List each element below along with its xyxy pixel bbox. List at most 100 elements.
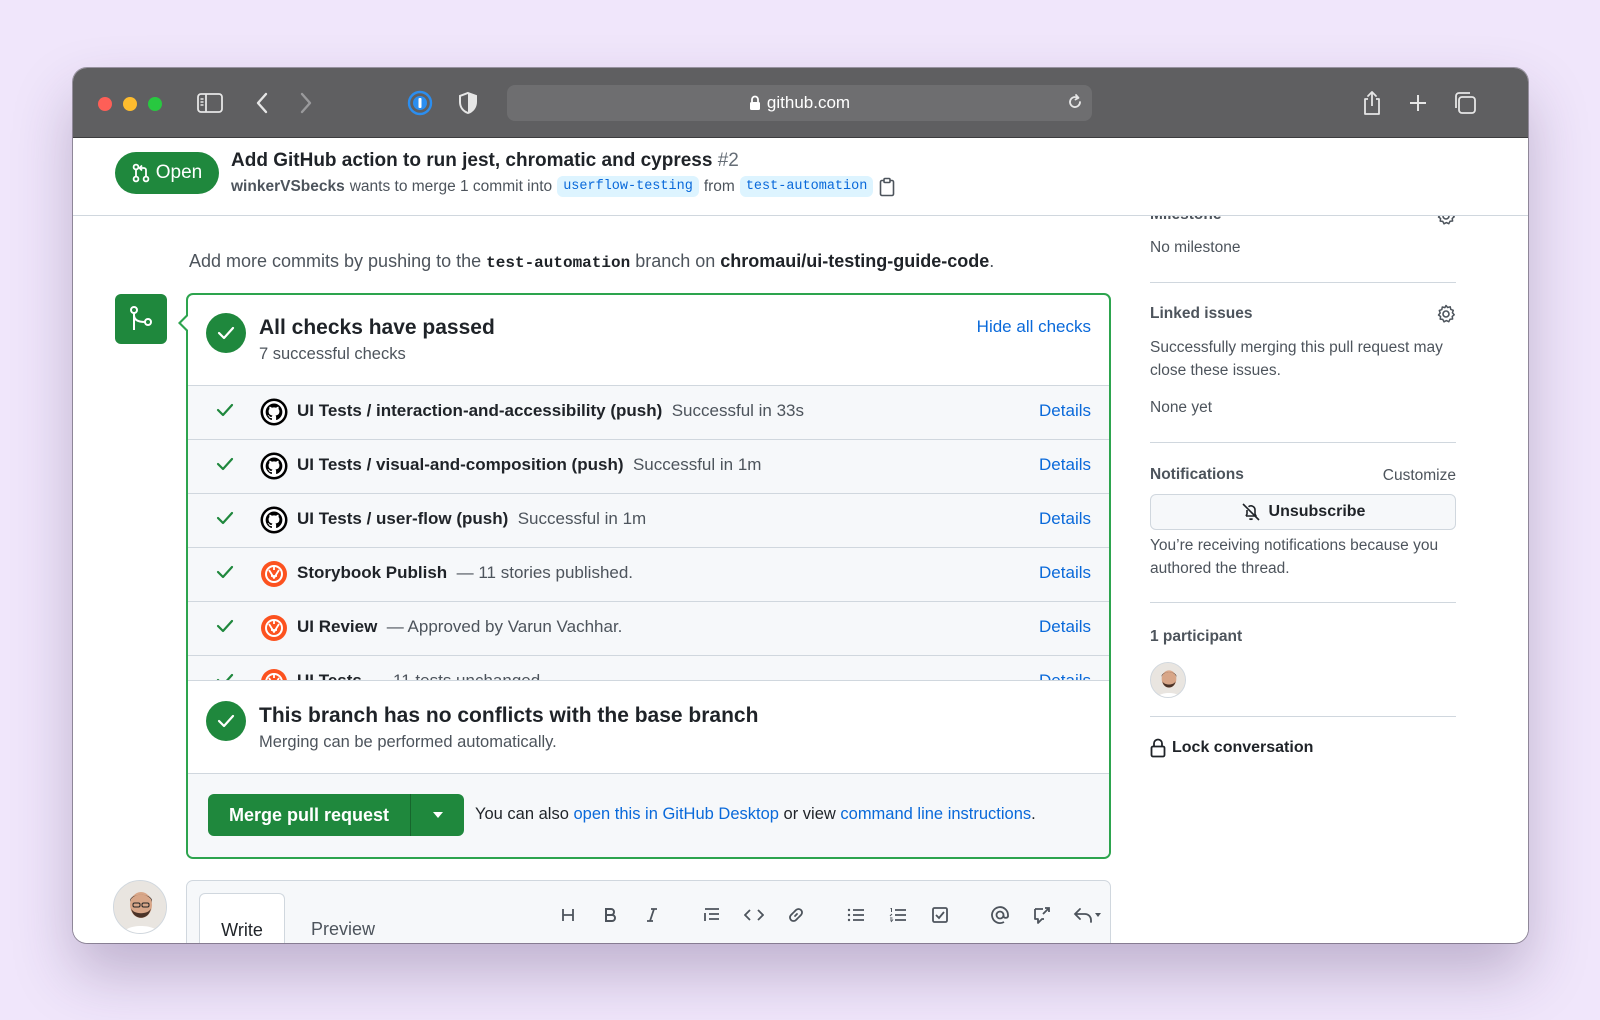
mention-icon[interactable] xyxy=(979,901,1021,929)
pr-author-link[interactable]: winkerVSbecks xyxy=(231,178,345,196)
merge-alternatives: You can also open this in GitHub Desktop… xyxy=(475,805,1036,824)
pull-request-icon xyxy=(132,163,150,183)
check-name: UI Tests / interaction-and-accessibility… xyxy=(297,401,804,421)
page-content: Open Add GitHub action to run jest, chro… xyxy=(73,138,1528,943)
password-manager-icon[interactable] xyxy=(405,88,435,118)
quote-icon[interactable] xyxy=(691,901,733,929)
pr-number: #2 xyxy=(717,150,739,171)
pr-title-text: Add GitHub action to run jest, chromatic… xyxy=(231,150,713,171)
check-title: UI Tests / user-flow (push) xyxy=(297,509,509,528)
new-tab-icon[interactable] xyxy=(1403,88,1433,118)
check-success-icon xyxy=(216,619,234,638)
checks-list: UI Tests / interaction-and-accessibility… xyxy=(188,385,1109,681)
check-details-link[interactable]: Details xyxy=(1039,401,1091,421)
pr-from-text: from xyxy=(703,177,735,195)
customize-link[interactable]: Customize xyxy=(1383,464,1456,487)
copy-icon[interactable] xyxy=(878,177,896,197)
pr-state-badge: Open xyxy=(115,152,219,194)
check-status: — 11 tests unchanged. xyxy=(371,671,545,681)
check-name: UI Tests / visual-and-composition (push)… xyxy=(297,455,761,475)
url-text: github.com xyxy=(766,93,851,112)
bold-icon[interactable] xyxy=(589,901,631,929)
task-list-icon[interactable] xyxy=(919,901,961,929)
base-branch[interactable]: userflow-testing xyxy=(557,176,699,197)
head-branch[interactable]: test-automation xyxy=(739,176,874,197)
merge-actions: Merge pull request You can also open thi… xyxy=(188,773,1109,857)
github-icon xyxy=(260,398,288,426)
check-status: — 11 stories published. xyxy=(456,563,634,582)
check-details-link[interactable]: Details xyxy=(1039,671,1091,680)
check-details-link[interactable]: Details xyxy=(1039,455,1091,475)
lock-conversation-button[interactable]: Lock conversation xyxy=(1150,738,1313,758)
ordered-list-icon[interactable] xyxy=(877,901,919,929)
pr-subtitle: winkerVSbecks wants to merge 1 commit in… xyxy=(231,176,896,197)
participant-avatar[interactable] xyxy=(1150,662,1186,698)
github-desktop-link[interactable]: open this in GitHub Desktop xyxy=(573,805,778,823)
linked-issues-description: Successfully merging this pull request m… xyxy=(1150,339,1443,379)
heading-icon[interactable] xyxy=(547,901,589,929)
hint-middle: branch on xyxy=(635,251,716,271)
cross-reference-icon[interactable] xyxy=(1021,901,1063,929)
also-prefix: You can also xyxy=(475,805,569,823)
avatar xyxy=(113,880,167,934)
tab-preview[interactable]: Preview xyxy=(311,919,375,940)
hint-prefix: Add more commits by pushing to the xyxy=(189,251,482,271)
sidebar-divider xyxy=(1150,442,1456,443)
check-details-link[interactable]: Details xyxy=(1039,563,1091,583)
git-merge-icon xyxy=(115,294,167,344)
linked-issues-value: None yet xyxy=(1150,399,1213,416)
back-icon[interactable] xyxy=(247,88,277,118)
share-icon[interactable] xyxy=(1357,88,1387,118)
chromatic-icon xyxy=(260,668,288,680)
cli-instructions-link[interactable]: command line instructions xyxy=(840,805,1031,823)
hint-repo-link[interactable]: chromaui/ui-testing-guide-code xyxy=(720,251,989,271)
check-name: UI Tests — 11 tests unchanged. xyxy=(297,671,545,681)
merge-pull-request-button[interactable]: Merge pull request xyxy=(208,794,411,836)
check-status: Successful in 1m xyxy=(632,455,762,474)
sidebar-toggle-icon[interactable] xyxy=(195,88,225,118)
github-icon xyxy=(260,506,288,534)
chromatic-icon xyxy=(260,614,288,642)
forward-icon[interactable] xyxy=(291,88,321,118)
lock-icon xyxy=(749,95,760,110)
zoom-window-button[interactable] xyxy=(148,97,162,111)
minimize-window-button[interactable] xyxy=(123,97,137,111)
saved-replies-icon[interactable] xyxy=(1063,901,1113,929)
reload-icon[interactable] xyxy=(1066,93,1084,111)
address-bar[interactable]: github.com xyxy=(507,85,1092,121)
link-icon[interactable] xyxy=(775,901,817,929)
markdown-toolbar xyxy=(547,901,1113,929)
italic-icon[interactable] xyxy=(631,901,673,929)
check-title: UI Tests / interaction-and-accessibility… xyxy=(297,401,663,420)
code-icon[interactable] xyxy=(733,901,775,929)
check-details-link[interactable]: Details xyxy=(1039,509,1091,529)
linked-issues-gear-icon[interactable] xyxy=(1436,304,1456,324)
unordered-list-icon[interactable] xyxy=(835,901,877,929)
check-name: UI Review — Approved by Varun Vachhar. xyxy=(297,617,622,637)
tab-write[interactable]: Write xyxy=(199,893,285,943)
merge-box: All checks have passed 7 successful chec… xyxy=(186,293,1111,859)
participants-label: 1 participant xyxy=(1150,628,1243,645)
check-row: Storybook Publish — 11 stories published… xyxy=(188,548,1109,602)
check-status: — Approved by Varun Vachhar. xyxy=(386,617,623,636)
chromatic-icon xyxy=(260,560,288,588)
unsubscribe-button[interactable]: Unsubscribe xyxy=(1150,494,1456,530)
hide-checks-link[interactable]: Hide all checks xyxy=(977,317,1091,337)
check-title: UI Tests / visual-and-composition (push) xyxy=(297,455,624,474)
also-suffix: . xyxy=(1031,805,1036,823)
privacy-shield-icon[interactable] xyxy=(453,88,483,118)
unsubscribe-label: Unsubscribe xyxy=(1268,503,1366,520)
tab-overview-icon[interactable] xyxy=(1450,88,1480,118)
browser-window: github.com Open Add GitHub action to run… xyxy=(73,68,1528,943)
merge-options-dropdown[interactable] xyxy=(411,794,464,836)
linked-issues-label: Linked issues xyxy=(1150,305,1253,322)
check-row: UI Tests — 11 tests unchanged. Details xyxy=(188,656,1109,681)
check-row: UI Tests / user-flow (push) Successful i… xyxy=(188,494,1109,548)
checks-passed-icon xyxy=(206,313,246,353)
check-success-icon xyxy=(216,511,234,530)
check-success-icon xyxy=(216,457,234,476)
or-view-text: or view xyxy=(783,805,836,823)
check-details-link[interactable]: Details xyxy=(1039,617,1091,637)
comment-composer: Write Preview xyxy=(186,880,1111,943)
close-window-button[interactable] xyxy=(98,97,112,111)
